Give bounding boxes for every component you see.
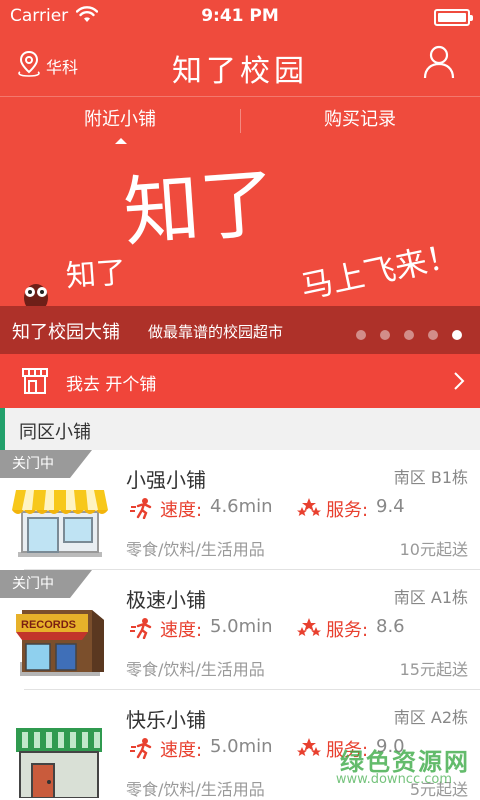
svg-text:RECORDS: RECORDS xyxy=(21,619,76,631)
watermark-url-text: www.downcc.com xyxy=(335,772,452,787)
service-label: 服务: xyxy=(326,620,369,641)
star-rating-icon xyxy=(297,618,321,636)
shop-list-item[interactable]: 关门中 小强小铺 南区 B1栋 速度: 4.6min 服务: 9.4 零食/饮料… xyxy=(0,450,480,570)
nav-bar: 华科 知了校园 xyxy=(0,32,480,96)
shop-name: 快乐小铺 xyxy=(126,708,206,732)
shop-name: 极速小铺 xyxy=(126,588,206,612)
tab-bar: 附近小铺 购买记录 xyxy=(0,96,480,144)
section-title: 同区小铺 xyxy=(19,422,91,443)
service-value: 8.6 xyxy=(376,616,405,637)
shop-categories: 零食/饮料/生活用品 xyxy=(126,540,265,559)
running-speed-icon xyxy=(130,618,152,639)
shop-categories: 零食/饮料/生活用品 xyxy=(126,780,265,799)
service-value: 9.4 xyxy=(376,496,405,517)
green-store-icon xyxy=(16,728,102,798)
speed-value: 5.0min xyxy=(210,736,273,757)
star-rating-icon xyxy=(297,738,321,756)
open-shop-label: 我去 开个铺 xyxy=(66,375,157,395)
open-shop-row[interactable]: 我去 开个铺 xyxy=(0,354,480,408)
shop-location: 南区 A2栋 xyxy=(393,708,468,727)
banner-art-small-text: 知了 xyxy=(65,256,127,293)
banner-art-slogan-text: 马上飞来！ xyxy=(298,237,462,305)
star-rating-icon xyxy=(297,498,321,516)
shop-min-order: 10元起送 xyxy=(399,540,468,559)
storefront-icon xyxy=(22,368,48,394)
shop-location: 南区 B1栋 xyxy=(393,468,468,487)
banner-artwork: 知了 知了 马上飞来！ xyxy=(24,161,462,306)
service-label: 服务: xyxy=(326,500,369,521)
shop-location: 南区 A1栋 xyxy=(393,588,468,607)
site-watermark: 绿色资源网 www.downcc.com xyxy=(320,742,470,792)
speed-value: 4.6min xyxy=(210,496,273,517)
battery-icon xyxy=(434,9,473,26)
section-header: 同区小铺 xyxy=(0,408,480,450)
records-store-icon: RECORDS xyxy=(16,610,104,676)
shop-min-order: 15元起送 xyxy=(399,660,468,679)
shop-name: 小强小铺 xyxy=(126,468,206,492)
shop-list-item[interactable]: RECORDS 关门中 极速小铺 南区 A1栋 速度: 5.0min 服务: 8… xyxy=(0,570,480,690)
banner-page-dot[interactable] xyxy=(380,330,390,340)
banner-page-dot[interactable] xyxy=(404,330,414,340)
banner-caption-subtitle: 做最靠谱的校园超市 xyxy=(148,323,284,341)
banner-page-indicator[interactable] xyxy=(342,325,462,340)
speed-label: 速度: xyxy=(160,500,203,521)
running-speed-icon xyxy=(130,738,152,759)
shop-categories: 零食/饮料/生活用品 xyxy=(126,660,265,679)
speed-label: 速度: xyxy=(160,740,203,761)
cicada-mascot-icon xyxy=(24,284,48,306)
app-title: 知了校园 xyxy=(172,54,308,89)
awning-store-icon xyxy=(12,490,108,557)
speed-label: 速度: xyxy=(160,620,203,641)
app-header: Carrier 9:41 PM 华科 知了校园 附近小铺 购买记录 xyxy=(0,0,480,145)
closed-status-label: 关门中 xyxy=(12,576,54,592)
banner-art-big-text: 知了 xyxy=(121,161,279,256)
tab-purchase-history[interactable]: 购买记录 xyxy=(240,97,480,145)
closed-status-label: 关门中 xyxy=(12,456,54,472)
chevron-right-icon xyxy=(454,372,465,390)
banner-page-dot[interactable] xyxy=(428,330,438,340)
promo-banner[interactable]: 知了 知了 马上飞来！ 知了校园大铺 做最靠谱的校园超市 xyxy=(0,144,480,354)
banner-caption-title: 知了校园大铺 xyxy=(12,322,120,343)
banner-caption-bar: 知了校园大铺 做最靠谱的校园超市 xyxy=(0,306,480,354)
status-bar: Carrier 9:41 PM xyxy=(0,0,480,32)
banner-page-dot[interactable] xyxy=(452,330,462,340)
user-profile-icon[interactable] xyxy=(422,44,456,80)
banner-page-dot[interactable] xyxy=(356,330,366,340)
running-speed-icon xyxy=(130,498,152,519)
status-time: 9:41 PM xyxy=(201,6,279,26)
speed-value: 5.0min xyxy=(210,616,273,637)
